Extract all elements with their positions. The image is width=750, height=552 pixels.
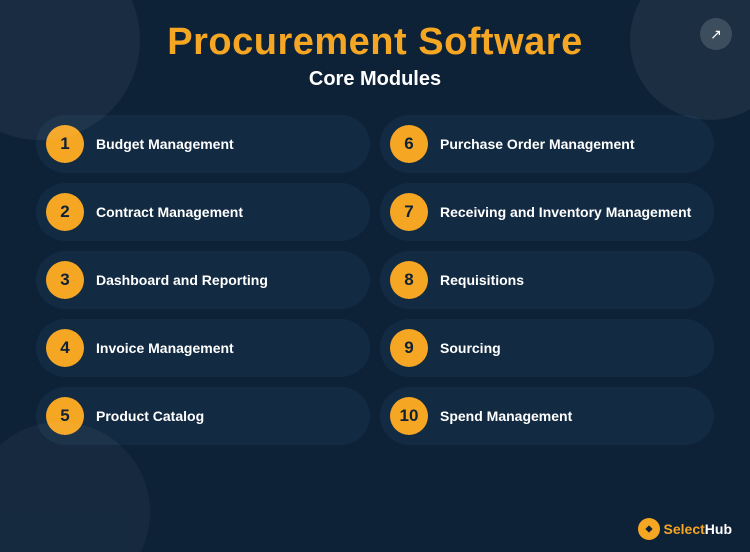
arrow-icon[interactable]: ↗ [700, 18, 732, 50]
module-number-2: 2 [46, 193, 84, 231]
module-item-10: 10 Spend Management [380, 387, 714, 445]
module-label-8: Requisitions [440, 271, 524, 289]
module-number-3: 3 [46, 261, 84, 299]
module-number-4: 4 [46, 329, 84, 367]
module-label-3: Dashboard and Reporting [96, 271, 268, 289]
selecthub-icon [638, 518, 660, 540]
module-label-7: Receiving and Inventory Management [440, 203, 691, 221]
module-item-4: 4 Invoice Management [36, 319, 370, 377]
module-label-2: Contract Management [96, 203, 243, 221]
background: ↗ Procurement Software Core Modules 1Bud… [0, 0, 750, 552]
module-label-9: Sourcing [440, 339, 501, 357]
module-item-9: 9 Sourcing [380, 319, 714, 377]
module-number-6: 6 [390, 125, 428, 163]
module-label-1: Budget Management [96, 135, 234, 153]
module-number-7: 7 [390, 193, 428, 231]
module-number-8: 8 [390, 261, 428, 299]
module-label-5: Product Catalog [96, 407, 204, 425]
module-label-10: Spend Management [440, 407, 572, 425]
module-item-3: 3 Dashboard and Reporting [36, 251, 370, 309]
module-item-6: 6 Purchase Order Management [380, 115, 714, 173]
selecthub-text: SelectHub [664, 521, 732, 537]
modules-grid: 1Budget Management6Purchase Order Manage… [0, 101, 750, 455]
selecthub-logo: SelectHub [638, 518, 732, 540]
module-number-10: 10 [390, 397, 428, 435]
module-label-6: Purchase Order Management [440, 135, 635, 153]
module-item-8: 8 Requisitions [380, 251, 714, 309]
module-label-4: Invoice Management [96, 339, 234, 357]
module-number-9: 9 [390, 329, 428, 367]
module-item-7: 7 Receiving and Inventory Management [380, 183, 714, 241]
module-item-2: 2 Contract Management [36, 183, 370, 241]
